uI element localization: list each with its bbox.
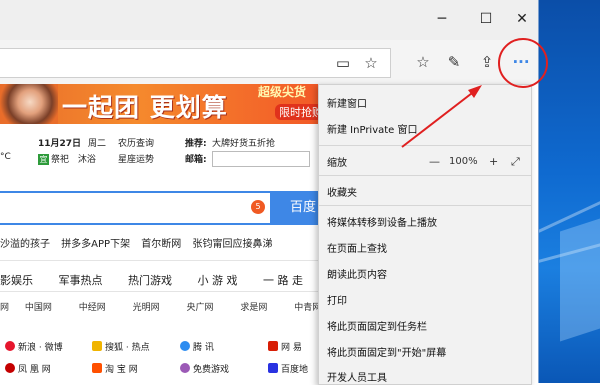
tencent-link[interactable]: 腾 讯 [180, 340, 214, 353]
divider [0, 291, 338, 292]
banner-figure [0, 84, 58, 124]
date-text: 11月27日 [38, 139, 82, 149]
divider [0, 260, 338, 261]
pen-icon[interactable]: ✎ [441, 49, 467, 75]
star-icon[interactable]: ☆ [358, 50, 384, 76]
weibo-link[interactable]: 新浪 · 微博 [5, 340, 63, 353]
lunar-lookup-link[interactable]: 农历查询 [118, 136, 154, 149]
category-tab[interactable]: 热门游戏 [128, 272, 172, 288]
ifeng-link[interactable]: 凤 凰 网 [5, 362, 51, 375]
netease-link[interactable]: 网 易 [268, 340, 302, 353]
site-row: 网 中国网 中经网 光明网 央广网 求是网 中青网 [0, 300, 345, 313]
category-tab[interactable]: 影娱乐 [0, 272, 33, 288]
games-icon [180, 363, 190, 373]
browser-toolbar: ▭ ☆ ☆ ✎ ⇪ ··· [0, 40, 538, 85]
netease-icon [268, 341, 278, 351]
horoscope-link[interactable]: 星座运势 [118, 152, 154, 165]
menu-print[interactable]: 打印 [327, 292, 347, 307]
category-tab[interactable]: 一 路 走 [263, 272, 303, 288]
weibo-label: 新浪 · 微博 [18, 343, 63, 353]
edge-browser-window: ─ ☐ ✕ ▭ ☆ ☆ ✎ ⇪ ··· 一起团 更划算 超级尖货 限时抢购 11… [0, 0, 548, 385]
baidu-label: 百度地 [281, 365, 309, 375]
site-link[interactable]: 中国网 [25, 300, 76, 313]
calendar-row: 宜祭祀 沐浴 [38, 152, 96, 165]
reading-view-icon[interactable]: ▭ [330, 50, 356, 76]
fullscreen-icon[interactable]: ⤢ [511, 155, 520, 169]
menu-find[interactable]: 在页面上查找 [327, 240, 387, 255]
search-input[interactable] [0, 191, 272, 225]
annotation-circle [498, 38, 548, 88]
menu-read-aloud[interactable]: 朗读此页内容 [327, 266, 387, 281]
mail-input[interactable] [212, 151, 310, 167]
site-link[interactable]: 网 [0, 300, 22, 313]
temperature-unit: °C [0, 152, 11, 162]
title-bar: ─ ☐ ✕ [0, 0, 538, 40]
calendar-item: 沐浴 [77, 155, 96, 165]
hot-search-row: 沙溢的孩子 拼多多APP下架 首尔断网 张钧甯回应接鼻涕 [0, 235, 280, 250]
notification-badge: 5 [251, 200, 265, 214]
menu-dev-tools[interactable]: 开发人员工具 [327, 369, 387, 384]
taobao-label: 淘 宝 网 [105, 365, 138, 375]
zoom-value: 100% [449, 156, 478, 167]
hot-link[interactable]: 拼多多APP下架 [61, 239, 130, 250]
banner-subtitle: 超级尖货 [258, 85, 307, 99]
address-bar[interactable]: ▭ ☆ [0, 48, 391, 78]
sohu-link[interactable]: 搜狐 · 热点 [92, 340, 150, 353]
menu-new-inprivate[interactable]: 新建 InPrivate 窗口 [327, 121, 418, 136]
menu-zoom-label: 缩放 [327, 158, 347, 169]
menu-new-window[interactable]: 新建窗口 [327, 95, 367, 110]
recommend-link[interactable]: 大牌好货五折抢 [212, 136, 275, 149]
hot-link[interactable]: 首尔断网 [141, 239, 181, 250]
site-link[interactable]: 求是网 [240, 300, 291, 313]
baidu-link[interactable]: 百度地 [268, 362, 308, 375]
calendar-good-icon: 宜 [38, 154, 49, 165]
netease-label: 网 易 [281, 343, 302, 353]
weibo-icon [5, 341, 15, 351]
zoom-in-button[interactable]: + [489, 155, 498, 168]
favorites-hub-icon[interactable]: ☆ [410, 49, 436, 75]
taobao-link[interactable]: 淘 宝 网 [92, 362, 138, 375]
hot-link[interactable]: 张钧甯回应接鼻涕 [192, 239, 272, 250]
menu-pin-start[interactable]: 将此页面固定到"开始"屏幕 [327, 344, 446, 359]
minimize-button[interactable]: ─ [420, 8, 464, 30]
recommend-label: 推荐: [185, 139, 207, 149]
weekday-text: 周二 [88, 139, 107, 149]
sohu-icon [92, 341, 102, 351]
sohu-label: 搜狐 · 热点 [105, 343, 150, 353]
hot-link[interactable]: 沙溢的孩子 [0, 239, 50, 250]
site-link[interactable]: 光明网 [133, 300, 184, 313]
menu-divider [319, 205, 531, 206]
menu-divider [319, 175, 531, 176]
menu-pin-taskbar[interactable]: 将此页面固定到任务栏 [327, 318, 427, 333]
banner-headline: 一起团 更划算 [62, 93, 228, 122]
baidu-icon [268, 363, 278, 373]
site-link[interactable]: 中经网 [79, 300, 130, 313]
category-tab[interactable]: 军事热点 [59, 272, 103, 288]
ifeng-icon [5, 363, 15, 373]
share-icon[interactable]: ⇪ [474, 49, 500, 75]
menu-cast[interactable]: 将媒体转移到设备上播放 [327, 214, 437, 229]
tencent-label: 腾 讯 [193, 343, 214, 353]
site-link[interactable]: 央广网 [187, 300, 238, 313]
menu-divider [319, 145, 531, 146]
ifeng-label: 凤 凰 网 [18, 365, 51, 375]
calendar-label: 祭祀 [51, 155, 70, 165]
games-link[interactable]: 免费游戏 [180, 362, 229, 375]
category-row: 影娱乐 军事热点 热门游戏 小 游 戏 一 路 走 [0, 272, 325, 288]
games-label: 免费游戏 [193, 365, 230, 375]
zoom-out-button[interactable]: — [429, 155, 440, 168]
category-tab[interactable]: 小 游 戏 [198, 272, 238, 288]
tencent-icon [180, 341, 190, 351]
taobao-icon [92, 363, 102, 373]
more-actions-menu: 新建窗口 新建 InPrivate 窗口 缩放 — 100% + ⤢ 收藏夹 将… [318, 84, 532, 385]
windows-logo [560, 218, 600, 342]
menu-favorites[interactable]: 收藏夹 [327, 184, 357, 199]
close-button[interactable]: ✕ [500, 8, 544, 30]
mail-label: 邮箱: [185, 155, 207, 165]
ad-banner[interactable]: 一起团 更划算 超级尖货 限时抢购 [0, 84, 338, 124]
